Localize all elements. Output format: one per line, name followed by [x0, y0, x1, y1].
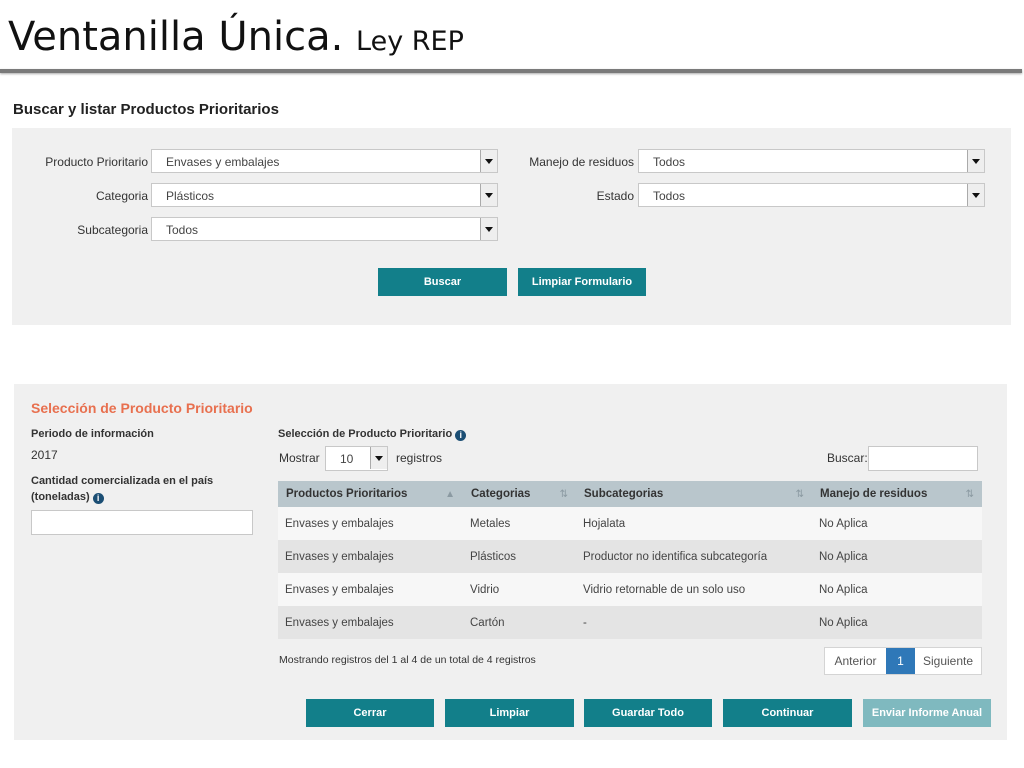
- table-row[interactable]: Envases y embalajes Cartón - No Aplica: [278, 606, 982, 639]
- pagination-next[interactable]: Siguiente: [915, 648, 981, 674]
- chevron-down-icon[interactable]: [480, 150, 497, 172]
- table-cell: Vidrio retornable de un solo uso: [576, 573, 812, 606]
- page-title: Ventanilla Única. Ley REP: [8, 14, 464, 60]
- table-row[interactable]: Envases y embalajes Metales Hojalata No …: [278, 507, 982, 540]
- limpiar-formulario-button[interactable]: Limpiar Formulario: [518, 268, 646, 296]
- manejo-residuos-value: Todos: [653, 155, 686, 169]
- table-cell: Envases y embalajes: [278, 573, 463, 606]
- periodo-value: 2017: [31, 448, 58, 462]
- periodo-label: Periodo de información: [31, 428, 154, 440]
- column-header-label: Manejo de residuos: [820, 488, 928, 500]
- table-cell: Envases y embalajes: [278, 606, 463, 639]
- buscar-button[interactable]: Buscar: [378, 268, 507, 296]
- categoria-select[interactable]: Plásticos: [151, 183, 498, 207]
- table-title: Selección de Producto Prioritario i: [278, 428, 467, 441]
- table-search-label: Buscar:: [827, 451, 868, 465]
- table-row[interactable]: Envases y embalajes Plásticos Productor …: [278, 540, 982, 573]
- sort-icon[interactable]: ⇅: [966, 489, 974, 500]
- cantidad-input[interactable]: [31, 510, 253, 535]
- table-cell: Hojalata: [576, 507, 812, 540]
- cantidad-label: Cantidad comercializada en el país: [31, 475, 214, 487]
- sort-asc-icon[interactable]: ▲: [445, 489, 455, 500]
- subcategoria-label: Subcategoria: [77, 223, 148, 237]
- pagination-prev[interactable]: Anterior: [825, 648, 886, 674]
- pagination-page-1[interactable]: 1: [886, 648, 915, 674]
- column-header-label: Categorias: [471, 488, 531, 500]
- cantidad-unit-text: (toneladas): [31, 491, 90, 503]
- estado-value: Todos: [653, 189, 686, 203]
- selection-section-title: Selección de Producto Prioritario: [31, 400, 253, 416]
- table-header-row: Productos Prioritarios ▲ Categorias ⇅ Subc…: [278, 481, 982, 507]
- subcategoria-select[interactable]: Todos: [151, 217, 498, 241]
- chevron-down-icon[interactable]: [967, 184, 984, 206]
- column-header-subcategorias[interactable]: Subcategorias ⇅: [576, 481, 812, 507]
- table-row[interactable]: Envases y embalajes Vidrio Vidrio retorn…: [278, 573, 982, 606]
- table-cell: -: [576, 606, 812, 639]
- table-summary: Mostrando registros del 1 al 4 de un tot…: [279, 654, 536, 666]
- sort-icon[interactable]: ⇅: [796, 489, 804, 500]
- continuar-button[interactable]: Continuar: [723, 699, 852, 727]
- manejo-residuos-select[interactable]: Todos: [638, 149, 985, 173]
- estado-label: Estado: [596, 189, 634, 203]
- header-divider: [0, 69, 1022, 73]
- categoria-value: Plásticos: [166, 189, 215, 203]
- table-cell: No Aplica: [812, 573, 982, 606]
- productos-table: Productos Prioritarios ▲ Categorias ⇅ Subc…: [278, 481, 982, 639]
- page-title-main: Ventanilla Única.: [8, 14, 344, 60]
- sort-icon[interactable]: ⇅: [560, 489, 568, 500]
- manejo-residuos-label: Manejo de residuos: [529, 155, 634, 169]
- subcategoria-value: Todos: [166, 223, 199, 237]
- search-section-title: Buscar y listar Productos Prioritarios: [13, 101, 279, 118]
- table-cell: Productor no identifica subcategoría: [576, 540, 812, 573]
- chevron-down-icon[interactable]: [370, 447, 387, 469]
- chevron-down-icon[interactable]: [967, 150, 984, 172]
- producto-prioritario-select[interactable]: Envases y embalajes: [151, 149, 498, 173]
- page-size-select[interactable]: 10: [325, 446, 388, 471]
- table-cell: Metales: [463, 507, 576, 540]
- table-cell: Plásticos: [463, 540, 576, 573]
- column-header-label: Subcategorias: [584, 488, 664, 500]
- chevron-down-icon[interactable]: [480, 184, 497, 206]
- table-search-input[interactable]: [868, 446, 978, 471]
- registros-label: registros: [396, 451, 443, 465]
- table-cell: No Aplica: [812, 540, 982, 573]
- info-icon[interactable]: i: [455, 430, 467, 441]
- column-header-productos[interactable]: Productos Prioritarios ▲: [278, 481, 463, 507]
- column-header-manejo[interactable]: Manejo de residuos ⇅: [812, 481, 982, 507]
- cantidad-unit-label: (toneladas) i: [31, 491, 104, 504]
- cerrar-button[interactable]: Cerrar: [306, 699, 434, 727]
- guardar-todo-button[interactable]: Guardar Todo: [584, 699, 712, 727]
- limpiar-button[interactable]: Limpiar: [445, 699, 574, 727]
- info-icon[interactable]: i: [92, 493, 104, 504]
- categoria-label: Categoria: [95, 189, 148, 203]
- producto-prioritario-label: Producto Prioritario: [45, 155, 148, 169]
- estado-select[interactable]: Todos: [638, 183, 985, 207]
- table-cell: Envases y embalajes: [278, 540, 463, 573]
- producto-prioritario-value: Envases y embalajes: [166, 155, 280, 169]
- app-header: Ventanilla Única. Ley REP: [0, 0, 1024, 76]
- page-title-sub: Ley REP: [356, 26, 464, 57]
- chevron-down-icon[interactable]: [480, 218, 497, 240]
- table-cell: Vidrio: [463, 573, 576, 606]
- column-header-categorias[interactable]: Categorias ⇅: [463, 481, 576, 507]
- mostrar-label: Mostrar: [279, 451, 320, 465]
- page-size-value: 10: [340, 452, 354, 466]
- table-cell: No Aplica: [812, 507, 982, 540]
- table-cell: Cartón: [463, 606, 576, 639]
- enviar-informe-anual-button[interactable]: Enviar Informe Anual: [863, 699, 991, 727]
- table-cell: Envases y embalajes: [278, 507, 463, 540]
- table-title-text: Selección de Producto Prioritario: [278, 428, 453, 440]
- table-cell: No Aplica: [812, 606, 982, 639]
- column-header-label: Productos Prioritarios: [286, 488, 408, 500]
- pagination: Anterior 1 Siguiente: [824, 647, 982, 675]
